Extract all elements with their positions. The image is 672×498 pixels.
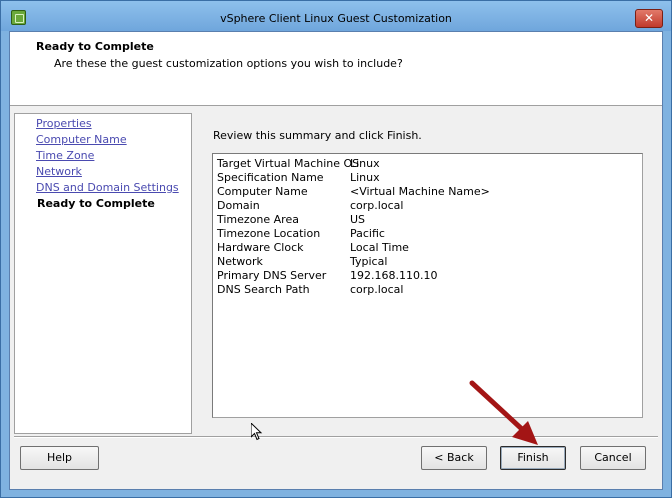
summary-value: Linux bbox=[350, 171, 380, 184]
finish-button[interactable]: Finish bbox=[500, 446, 566, 470]
summary-key: DNS Search Path bbox=[217, 283, 310, 296]
summary-row: Primary DNS Server 192.168.110.10 bbox=[217, 269, 437, 282]
step-link-computer-name[interactable]: Computer Name bbox=[36, 133, 127, 146]
summary-key: Specification Name bbox=[217, 171, 324, 184]
window-title: vSphere Client Linux Guest Customization bbox=[220, 12, 452, 25]
wizard-window: vSphere Client Linux Guest Customization… bbox=[0, 0, 672, 498]
review-instruction: Review this summary and click Finish. bbox=[213, 129, 422, 142]
summary-row: Specification Name Linux bbox=[217, 171, 380, 184]
summary-row: Hardware Clock Local Time bbox=[217, 241, 409, 254]
summary-key: Hardware Clock bbox=[217, 241, 304, 254]
summary-key: Domain bbox=[217, 199, 260, 212]
summary-list[interactable]: Target Virtual Machine OSLinux Specifica… bbox=[212, 153, 643, 418]
help-button[interactable]: Help bbox=[20, 446, 99, 470]
summary-row: Target Virtual Machine OSLinux bbox=[217, 157, 380, 170]
summary-value: US bbox=[350, 213, 366, 226]
step-link-dns-domain[interactable]: DNS and Domain Settings bbox=[36, 181, 179, 194]
summary-value: Typical bbox=[350, 255, 388, 268]
summary-key: Target Virtual Machine OS bbox=[217, 157, 360, 170]
summary-key: Computer Name bbox=[217, 185, 308, 198]
summary-row: DNS Search Path corp.local bbox=[217, 283, 403, 296]
summary-row: Domain corp.local bbox=[217, 199, 403, 212]
footer-separator bbox=[14, 436, 658, 438]
step-link-properties[interactable]: Properties bbox=[36, 117, 92, 130]
step-current-ready: Ready to Complete bbox=[37, 197, 155, 210]
step-link-network[interactable]: Network bbox=[36, 165, 82, 178]
wizard-header: Ready to Complete Are these the guest cu… bbox=[10, 32, 662, 106]
summary-row: Computer Name <Virtual Machine Name> bbox=[217, 185, 490, 198]
summary-value: Local Time bbox=[350, 241, 409, 254]
summary-key: Primary DNS Server bbox=[217, 269, 327, 282]
summary-row: Timezone Area US bbox=[217, 213, 365, 226]
summary-value: corp.local bbox=[350, 199, 404, 212]
close-icon: ✕ bbox=[643, 11, 655, 25]
title-bar[interactable]: vSphere Client Linux Guest Customization… bbox=[1, 1, 671, 31]
cancel-button[interactable]: Cancel bbox=[580, 446, 646, 470]
summary-key: Network bbox=[217, 255, 263, 268]
summary-value: 192.168.110.10 bbox=[350, 269, 438, 282]
wizard-steps-pane: Properties Computer Name Time Zone Netwo… bbox=[14, 113, 192, 434]
summary-value: Linux bbox=[350, 157, 380, 170]
summary-value: <Virtual Machine Name> bbox=[350, 185, 490, 198]
summary-value: corp.local bbox=[350, 283, 404, 296]
summary-key: Timezone Location bbox=[217, 227, 321, 240]
wizard-client-area: Ready to Complete Are these the guest cu… bbox=[9, 31, 663, 490]
page-title: Ready to Complete bbox=[36, 40, 154, 53]
back-button[interactable]: < Back bbox=[421, 446, 487, 470]
summary-row: Timezone Location Pacific bbox=[217, 227, 385, 240]
summary-row: Network Typical bbox=[217, 255, 387, 268]
step-link-time-zone[interactable]: Time Zone bbox=[36, 149, 94, 162]
page-subtitle: Are these the guest customization option… bbox=[54, 57, 403, 70]
summary-key: Timezone Area bbox=[217, 213, 299, 226]
summary-value: Pacific bbox=[350, 227, 385, 240]
close-button[interactable]: ✕ bbox=[635, 9, 663, 28]
